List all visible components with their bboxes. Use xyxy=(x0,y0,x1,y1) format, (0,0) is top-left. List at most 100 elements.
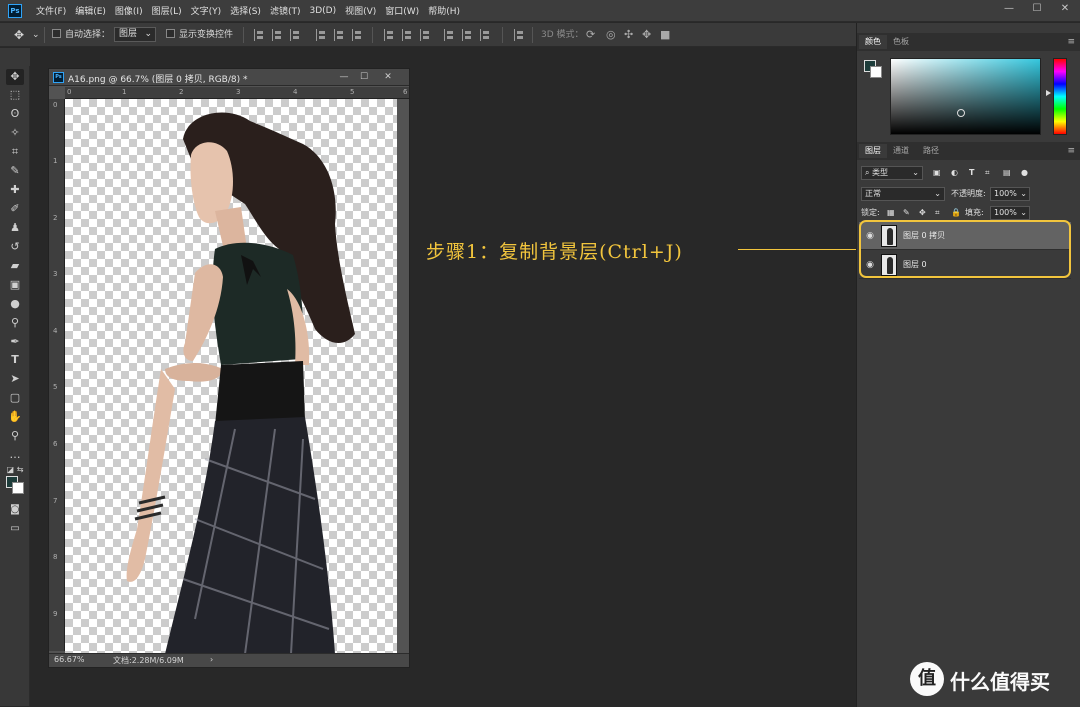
healing-brush-tool-icon[interactable]: ✚ xyxy=(6,182,24,198)
menu-select[interactable]: 选择(S) xyxy=(230,4,261,17)
tab-channels[interactable]: 通道 xyxy=(887,144,915,158)
auto-select-checkbox[interactable]: 自动选择： xyxy=(52,28,110,42)
horizontal-ruler[interactable]: 0 1 2 3 4 5 6 xyxy=(65,87,409,99)
rectangle-tool-icon[interactable]: ▢ xyxy=(6,390,24,406)
lock-transparent-pixels-icon[interactable]: ▦ xyxy=(887,205,895,221)
lasso-tool-icon[interactable]: ʘ xyxy=(6,106,24,122)
doc-maximize-button[interactable]: ☐ xyxy=(355,70,373,84)
distribute-horizontal-center-icon[interactable] xyxy=(462,29,472,41)
blur-tool-icon[interactable]: ● xyxy=(6,296,24,312)
opacity-input[interactable]: 100% ⌄ xyxy=(990,187,1030,201)
filter-type-icon[interactable]: T xyxy=(969,165,974,181)
eyedropper-tool-icon[interactable]: ✎ xyxy=(6,163,24,179)
maximize-button[interactable]: ☐ xyxy=(1028,2,1046,16)
menu-3d[interactable]: 3D(D) xyxy=(309,6,336,16)
align-vertical-center-icon[interactable] xyxy=(272,29,282,41)
align-top-icon[interactable] xyxy=(254,29,264,41)
distribute-vertical-center-icon[interactable] xyxy=(402,29,412,41)
move-tool-icon[interactable]: ✥ xyxy=(6,69,24,85)
tab-layers[interactable]: 图层 xyxy=(859,144,887,158)
3d-roll-icon[interactable]: ◎ xyxy=(606,28,616,42)
screen-mode-icon[interactable]: ▭ xyxy=(6,521,24,537)
blend-mode-dropdown[interactable]: 正常 ⌄ xyxy=(861,187,945,201)
marquee-tool-icon[interactable]: ⬚ xyxy=(6,87,24,103)
menu-filter[interactable]: 滤镜(T) xyxy=(270,4,301,17)
filter-pixel-icon[interactable]: ▣ xyxy=(933,165,941,181)
type-tool-icon[interactable]: T xyxy=(6,352,24,368)
tab-paths[interactable]: 路径 xyxy=(917,144,945,158)
distribute-right-icon[interactable] xyxy=(480,29,490,41)
dodge-tool-icon[interactable]: ⚲ xyxy=(6,315,24,331)
panel-menu-icon[interactable]: ≡ xyxy=(1067,37,1075,47)
lock-artboard-icon[interactable]: ⌗ xyxy=(935,205,940,221)
filter-shape-icon[interactable]: ⌗ xyxy=(985,165,990,181)
lock-image-pixels-icon[interactable]: ✎ xyxy=(903,205,910,221)
3d-rotate-icon[interactable]: ⟳ xyxy=(586,28,595,42)
vertical-ruler[interactable]: 0 1 2 3 4 5 6 7 8 9 xyxy=(49,99,65,651)
hand-tool-icon[interactable]: ✋ xyxy=(6,409,24,425)
more-tools-icon[interactable]: … xyxy=(6,447,24,463)
zoom-tool-icon[interactable]: ⚲ xyxy=(6,428,24,444)
menu-type[interactable]: 文字(Y) xyxy=(191,4,222,17)
menu-edit[interactable]: 编辑(E) xyxy=(75,4,106,17)
menu-file[interactable]: 文件(F) xyxy=(36,4,66,17)
menu-image[interactable]: 图像(I) xyxy=(115,4,143,17)
hue-slider[interactable] xyxy=(1053,58,1067,135)
align-left-icon[interactable] xyxy=(316,29,326,41)
menu-layer[interactable]: 图层(L) xyxy=(152,4,182,17)
layer-filter-dropdown[interactable]: ⌕ 类型 ⌄ xyxy=(861,166,923,180)
align-bottom-icon[interactable] xyxy=(290,29,300,41)
path-selection-tool-icon[interactable]: ➤ xyxy=(6,371,24,387)
align-horizontal-center-icon[interactable] xyxy=(334,29,344,41)
tool-preset-chevron-icon[interactable]: ⌄ xyxy=(32,28,40,42)
lock-position-icon[interactable]: ✥ xyxy=(919,205,926,221)
filter-adjustment-icon[interactable]: ◐ xyxy=(951,165,958,181)
canvas[interactable] xyxy=(65,99,397,654)
filter-toggle-icon[interactable]: ● xyxy=(1021,165,1028,181)
clone-stamp-tool-icon[interactable]: ♟ xyxy=(6,220,24,236)
3d-drag-icon[interactable]: ✣ xyxy=(624,28,633,42)
gradient-tool-icon[interactable]: ▣ xyxy=(6,277,24,293)
background-color-swatch[interactable] xyxy=(870,66,882,78)
history-brush-tool-icon[interactable]: ↺ xyxy=(6,239,24,255)
brush-tool-icon[interactable]: ✐ xyxy=(6,201,24,217)
align-right-icon[interactable] xyxy=(352,29,362,41)
3d-scale-icon[interactable]: ■ xyxy=(660,28,670,42)
show-transform-checkbox[interactable]: 显示变换控件 xyxy=(166,28,233,42)
3d-slide-icon[interactable]: ✥ xyxy=(642,28,651,42)
close-button[interactable]: ✕ xyxy=(1056,2,1074,16)
fill-input[interactable]: 100% ⌄ xyxy=(990,206,1030,220)
auto-select-target-dropdown[interactable]: 图层 ⌄ xyxy=(114,27,156,42)
doc-minimize-button[interactable]: — xyxy=(335,70,353,84)
crop-tool-icon[interactable]: ⌗ xyxy=(6,144,24,160)
distribute-bottom-icon[interactable] xyxy=(420,29,430,41)
distribute-left-icon[interactable] xyxy=(444,29,454,41)
color-field[interactable] xyxy=(890,58,1041,135)
menu-window[interactable]: 窗口(W) xyxy=(385,4,419,17)
opacity-label: 不透明度: xyxy=(951,189,986,198)
minimize-button[interactable]: — xyxy=(1000,2,1018,16)
panel-menu-icon[interactable]: ≡ xyxy=(1067,146,1075,156)
status-menu-arrow-icon[interactable]: › xyxy=(210,655,213,664)
zoom-level[interactable]: 66.67% xyxy=(54,655,85,664)
menu-view[interactable]: 视图(V) xyxy=(345,4,376,17)
hue-slider-arrow-icon[interactable] xyxy=(1046,90,1051,96)
tab-swatches[interactable]: 色板 xyxy=(887,35,915,49)
background-color-swatch[interactable] xyxy=(12,482,24,494)
auto-align-layers-icon[interactable] xyxy=(514,29,524,41)
ruler-label: 5 xyxy=(53,383,58,391)
move-tool-icon[interactable]: ✥ xyxy=(14,28,24,42)
tab-color[interactable]: 颜色 xyxy=(859,35,887,49)
eraser-tool-icon[interactable]: ▰ xyxy=(6,258,24,274)
doc-close-button[interactable]: ✕ xyxy=(379,70,397,84)
magic-wand-tool-icon[interactable]: ✧ xyxy=(6,125,24,141)
document-title-bar[interactable]: Ps A16.png @ 66.7% (图层 0 拷贝, RGB/8) * — … xyxy=(49,69,409,86)
lock-all-icon[interactable]: 🔒 xyxy=(951,205,961,221)
ruler-label: 1 xyxy=(53,157,58,165)
pen-tool-icon[interactable]: ✒ xyxy=(6,334,24,350)
menu-help[interactable]: 帮助(H) xyxy=(428,4,460,17)
distribute-top-icon[interactable] xyxy=(384,29,394,41)
filter-smart-object-icon[interactable]: ▤ xyxy=(1003,165,1011,181)
quick-mask-icon[interactable]: ◙ xyxy=(6,502,24,518)
color-picker-cursor[interactable] xyxy=(957,109,965,117)
